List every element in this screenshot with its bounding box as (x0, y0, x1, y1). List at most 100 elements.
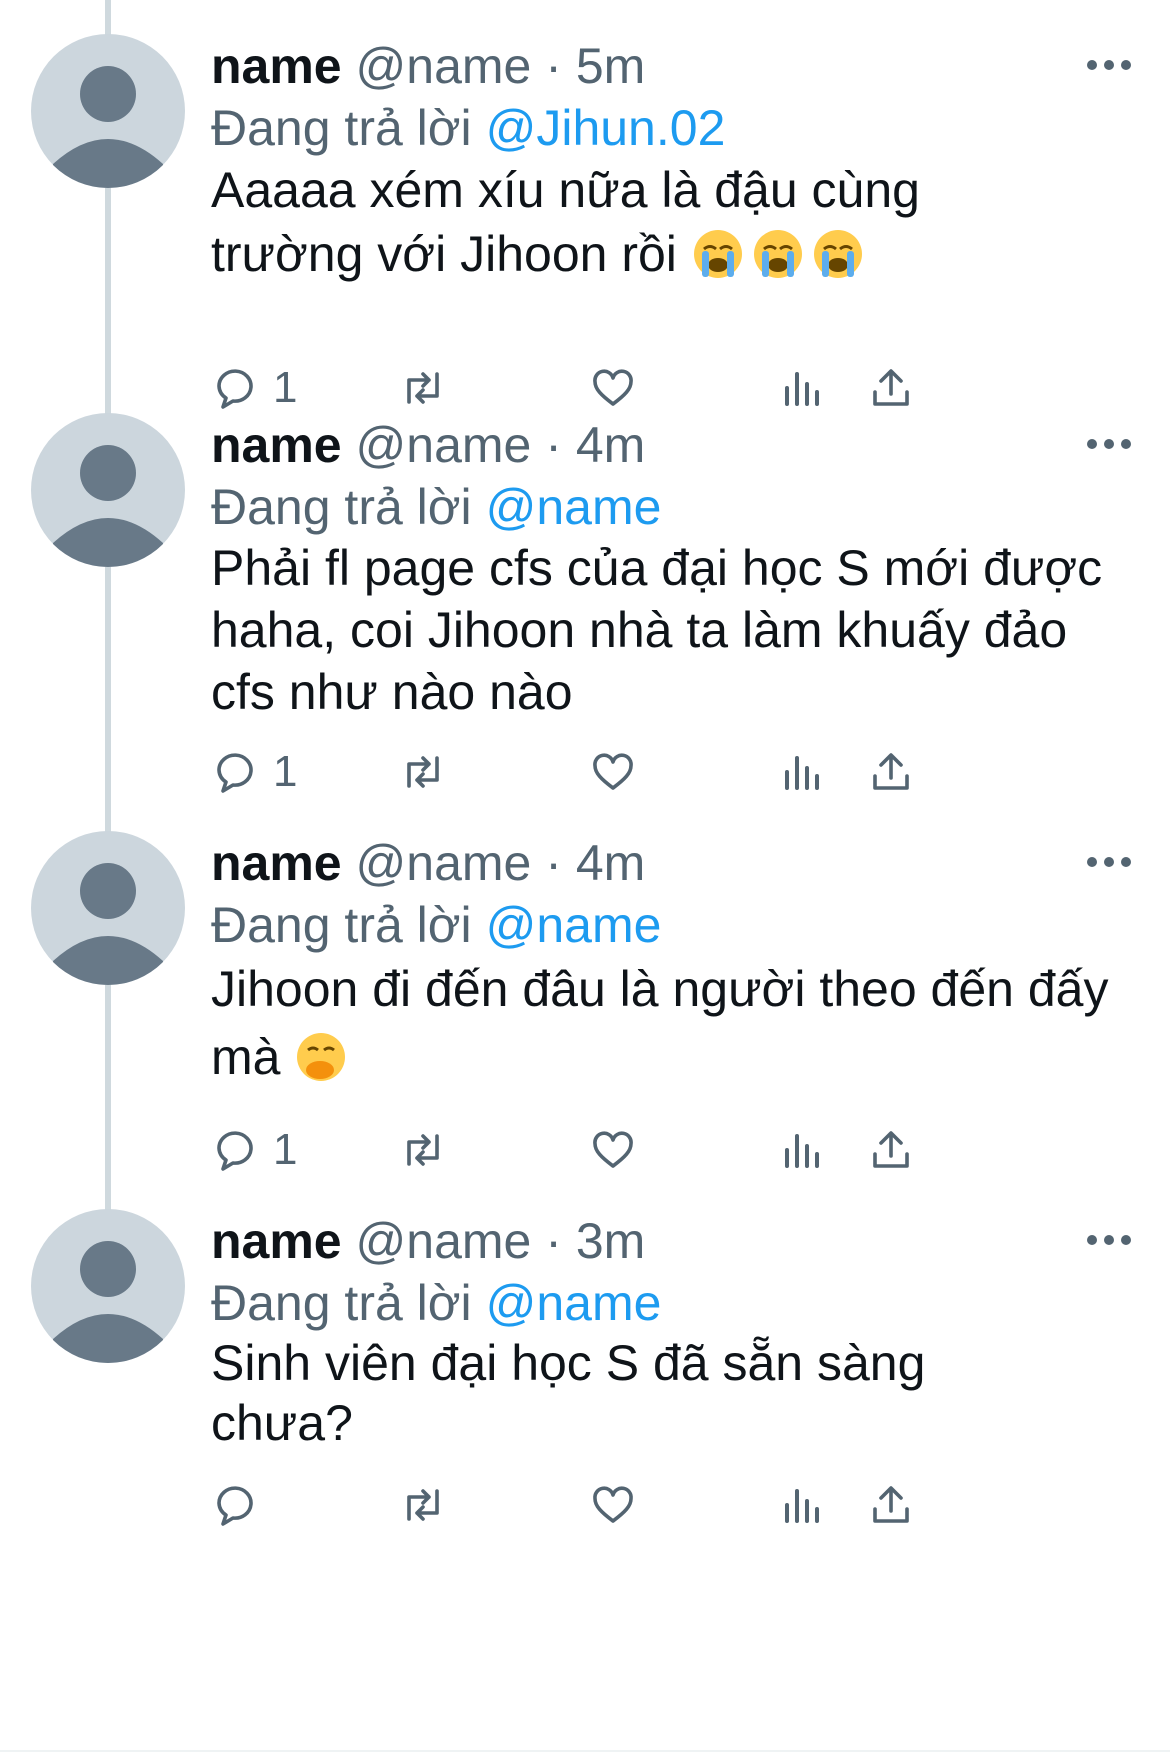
retweet-icon (407, 372, 439, 404)
views-icon (785, 372, 819, 406)
handle[interactable]: @name (356, 1213, 532, 1269)
more-options-button[interactable] (1084, 423, 1134, 453)
face-with-hand-over-mouth-icon (297, 1033, 346, 1081)
tweet-header: name @name · 3m (211, 1213, 645, 1269)
handle[interactable]: @name (356, 38, 532, 94)
retweet-icon (407, 1489, 439, 1521)
replying-to: Đang trả lời @name (211, 897, 661, 953)
retweet-icon (407, 1134, 439, 1166)
replying-to: Đang trả lời @name (211, 479, 661, 535)
thread-line (105, 170, 111, 416)
like-button[interactable] (589, 358, 637, 418)
timestamp[interactable]: 4m (576, 417, 645, 473)
handle[interactable]: @name (356, 835, 532, 891)
views-icon (785, 1134, 819, 1168)
views-button[interactable] (777, 1120, 825, 1180)
more-icon (1087, 1235, 1131, 1245)
replying-to: Đang trả lời @Jihun.02 (211, 100, 725, 156)
reply-count: 1 (273, 1125, 298, 1174)
more-options-button[interactable] (1084, 44, 1134, 74)
retweet-button[interactable] (399, 1475, 447, 1535)
heart-icon (593, 369, 633, 406)
like-button[interactable] (589, 1475, 637, 1535)
reply-button[interactable] (211, 1475, 273, 1535)
reply-count: 1 (273, 747, 298, 796)
share-icon (873, 753, 909, 790)
timestamp[interactable]: 3m (576, 1213, 645, 1269)
timestamp[interactable]: 4m (576, 835, 645, 891)
display-name[interactable]: name (211, 38, 342, 94)
share-button[interactable] (867, 742, 915, 802)
more-icon (1087, 439, 1131, 449)
more-icon (1087, 60, 1131, 70)
display-name[interactable]: name (211, 835, 342, 891)
more-options-button[interactable] (1084, 841, 1134, 871)
share-button[interactable] (867, 1120, 915, 1180)
avatar[interactable] (31, 413, 185, 567)
views-button[interactable] (777, 1475, 825, 1535)
tweet-actions (211, 1475, 1111, 1535)
replying-to-label: Đang trả lời (211, 1275, 472, 1331)
reply-button[interactable]: 1 (211, 742, 297, 802)
views-button[interactable] (777, 742, 825, 802)
loudly-crying-face-icon (813, 230, 862, 278)
mention-link[interactable]: @name (486, 897, 662, 953)
share-button[interactable] (867, 1475, 915, 1535)
retweet-button[interactable] (399, 358, 447, 418)
tweet-text: Sinh viên đại học S đã sẵn sàng chưa? (211, 1333, 971, 1453)
share-button[interactable] (867, 358, 915, 418)
default-avatar-icon (53, 66, 163, 188)
mention-link[interactable]: @name (486, 479, 662, 535)
loudly-crying-face-icon (693, 230, 742, 278)
tweet-text: Jihoon đi đến đâu là người theo đến đấy … (211, 955, 1111, 1091)
display-name[interactable]: name (211, 1213, 342, 1269)
reply-button[interactable]: 1 (211, 1120, 297, 1180)
avatar[interactable] (31, 831, 185, 985)
tweet-body: Phải fl page cfs của đại học S mới được … (211, 540, 1103, 720)
share-icon (873, 1131, 909, 1168)
more-options-button[interactable] (1084, 1219, 1134, 1249)
tweet-header: name @name · 5m (211, 38, 645, 94)
retweet-button[interactable] (399, 1120, 447, 1180)
separator: · (545, 417, 562, 473)
retweet-button[interactable] (399, 742, 447, 802)
mention-link[interactable]: @name (486, 1275, 662, 1331)
display-name[interactable]: name (211, 417, 342, 473)
avatar[interactable] (31, 1209, 185, 1363)
separator: · (545, 1213, 562, 1269)
thread-line (105, 0, 111, 36)
views-icon (785, 1489, 819, 1523)
like-button[interactable] (589, 1120, 637, 1180)
reply-icon (217, 1131, 253, 1171)
views-button[interactable] (777, 358, 825, 418)
default-avatar-icon (53, 445, 163, 567)
like-button[interactable] (589, 742, 637, 802)
default-avatar-icon (53, 1241, 163, 1363)
tweet-body: Sinh viên đại học S đã sẵn sàng chưa? (211, 1335, 926, 1451)
share-icon (873, 369, 909, 406)
divider (0, 1750, 1170, 1752)
tweet-header: name @name · 4m (211, 417, 645, 473)
replying-to-label: Đang trả lời (211, 479, 472, 535)
replying-to: Đang trả lời @name (211, 1275, 661, 1331)
share-icon (873, 1486, 909, 1523)
tweet-text: Phải fl page cfs của đại học S mới được … (211, 537, 1111, 723)
reply-count: 1 (273, 363, 298, 412)
loudly-crying-face-icon (753, 230, 802, 278)
reply-button[interactable]: 1 (211, 358, 297, 418)
views-icon (785, 756, 819, 790)
mention-link[interactable]: @Jihun.02 (486, 100, 726, 156)
retweet-icon (407, 756, 439, 788)
timestamp[interactable]: 5m (576, 38, 645, 94)
tweet-header: name @name · 4m (211, 835, 645, 891)
default-avatar-icon (53, 863, 163, 985)
separator: · (545, 835, 562, 891)
thread-line (105, 550, 111, 834)
avatar[interactable] (31, 34, 185, 188)
tweet-actions: 1 (211, 1120, 1111, 1180)
tweet-text: Aaaaa xém xíu nữa là đậu cùng trường với… (211, 158, 931, 286)
handle[interactable]: @name (356, 417, 532, 473)
heart-icon (593, 1486, 633, 1523)
replying-to-label: Đang trả lời (211, 897, 472, 953)
reply-icon (217, 753, 253, 793)
